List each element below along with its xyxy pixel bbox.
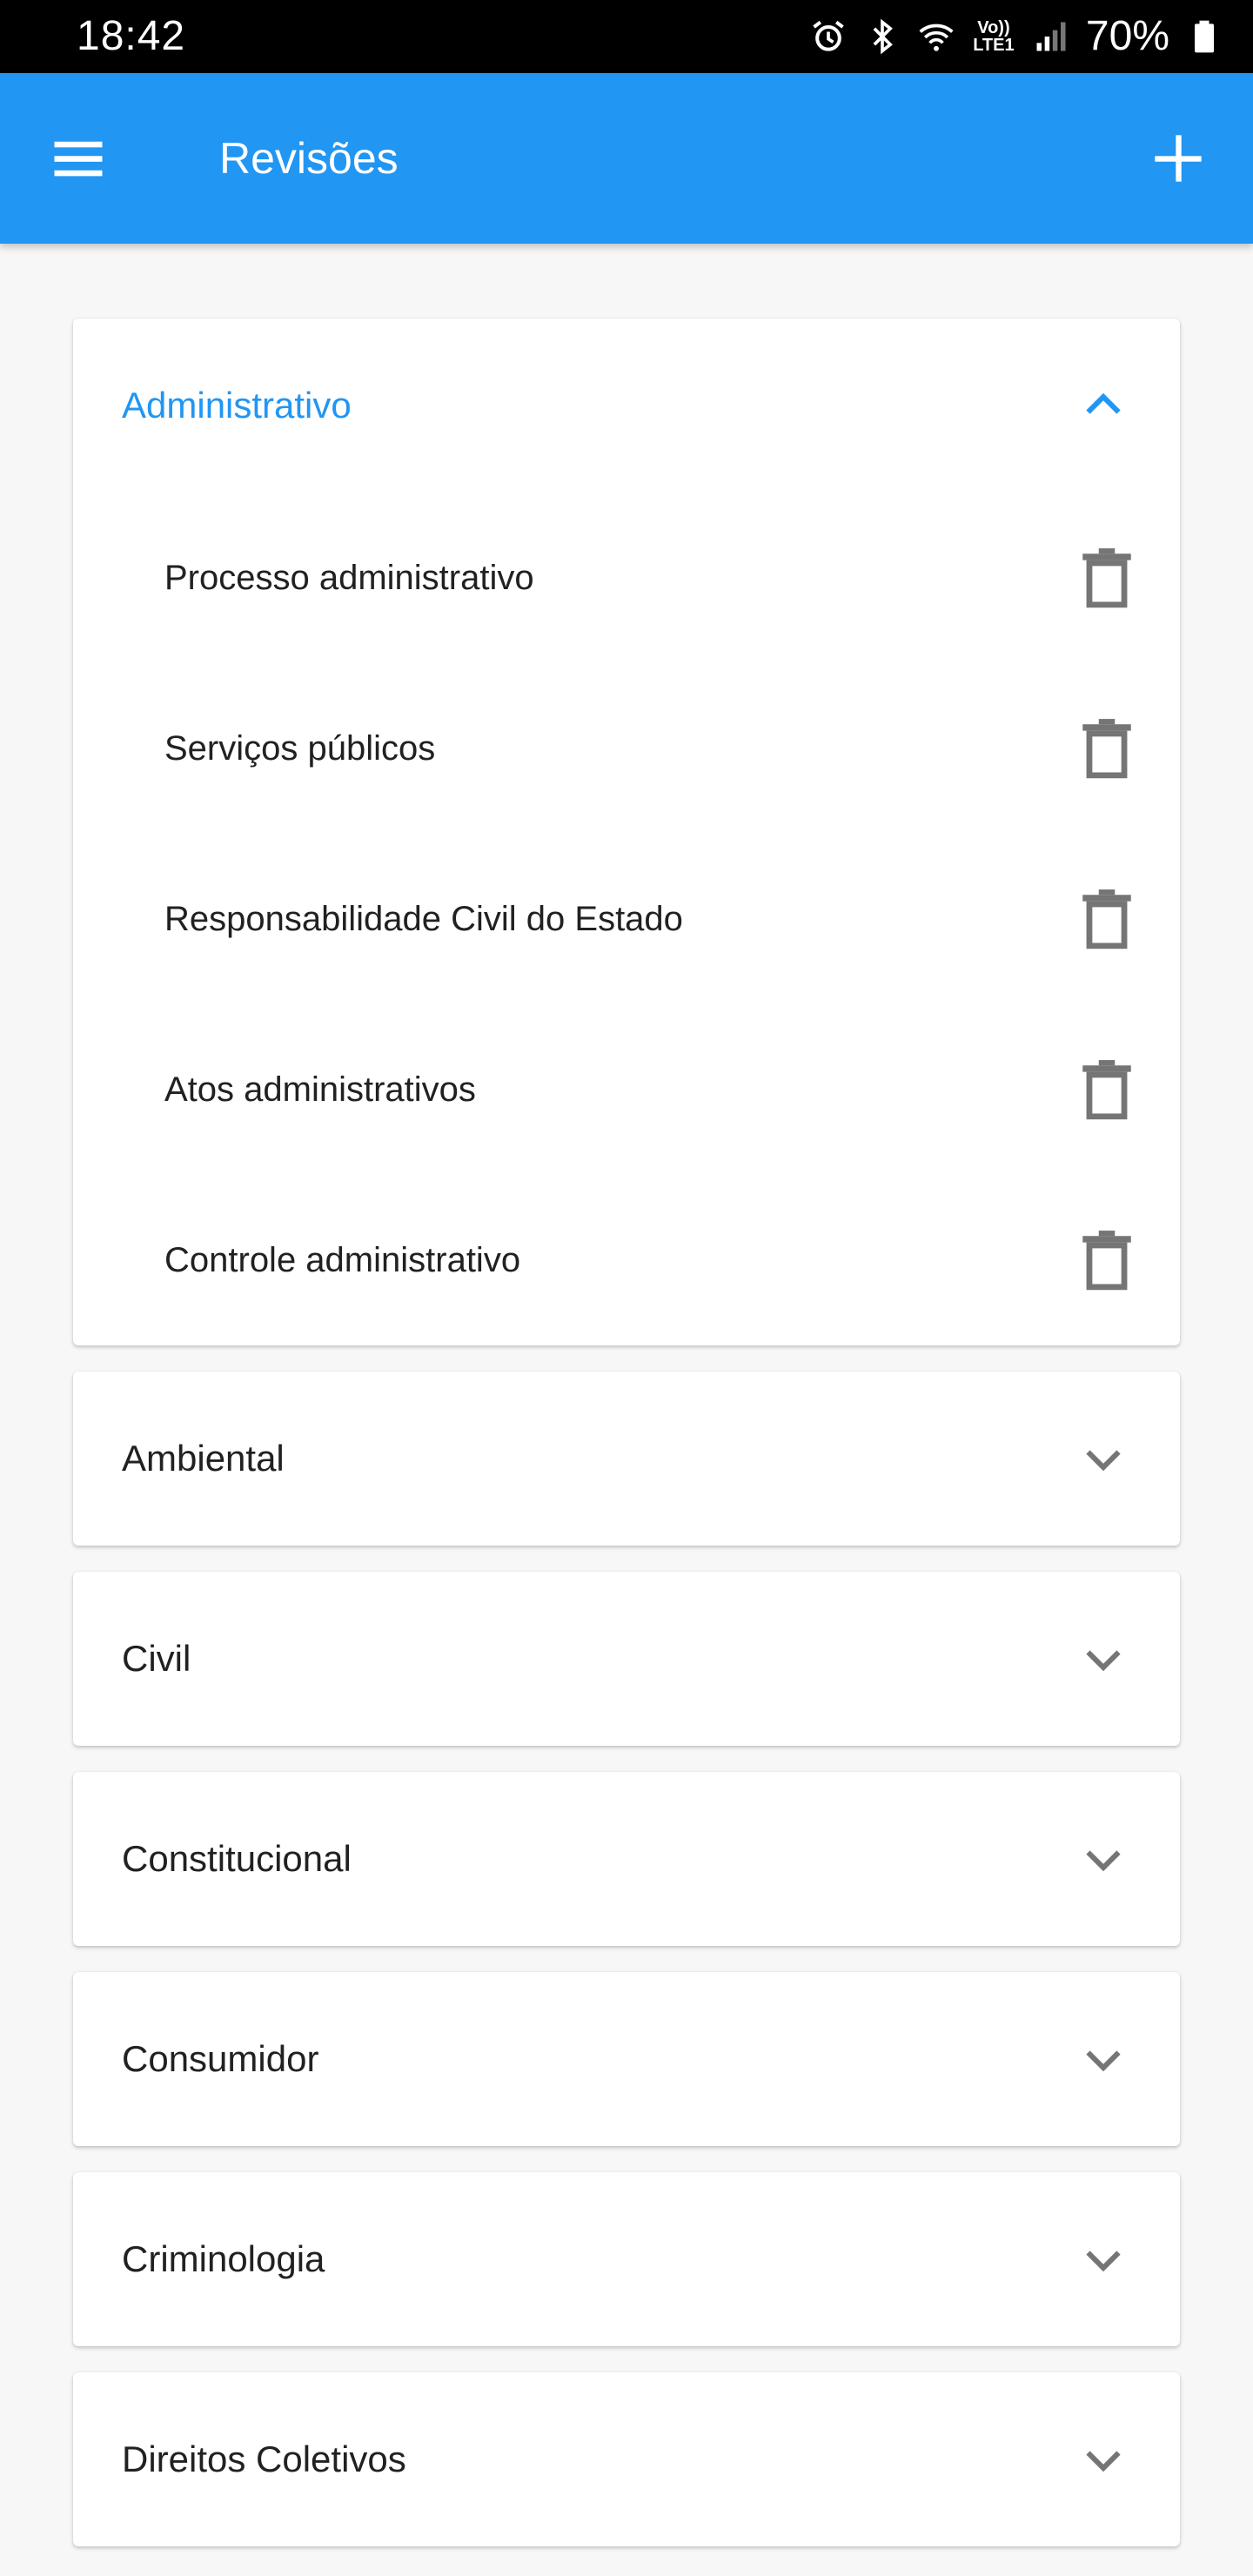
battery-percent: 70% <box>1085 13 1169 59</box>
panel-header[interactable]: Criminologia <box>73 2172 1180 2346</box>
panel-title: Consumidor <box>122 2038 319 2079</box>
plus-icon <box>1155 135 1202 182</box>
panel-title: Criminologia <box>122 2238 325 2279</box>
status-time: 18:42 <box>77 13 186 59</box>
list-item[interactable]: Atos administrativos <box>73 1004 1180 1175</box>
panel-administrativo: Administrativo Processo administrativo S… <box>73 319 1180 1345</box>
status-icons: Vo)) LTE1 70% <box>809 0 1223 73</box>
panel-ambiental: Ambiental <box>73 1372 1180 1546</box>
bluetooth-icon <box>863 17 901 56</box>
chevron-down-icon[interactable] <box>1077 2433 1129 2485</box>
list-item-label: Atos administrativos <box>164 1070 476 1109</box>
chevron-down-icon[interactable] <box>1077 2033 1129 2085</box>
chevron-up-icon[interactable] <box>1077 379 1129 432</box>
delete-button[interactable] <box>1075 884 1138 954</box>
panel-title: Administrativo <box>122 385 352 426</box>
list-item-label: Controle administrativo <box>164 1240 521 1279</box>
status-bar: 18:42 Vo)) LTE1 70% <box>0 0 1253 73</box>
trash-icon <box>1082 548 1131 608</box>
menu-button[interactable] <box>35 115 122 202</box>
list-item[interactable]: Processo administrativo <box>73 493 1180 663</box>
panel-title: Ambiental <box>122 1438 285 1479</box>
list-item-label: Serviços públicos <box>164 728 436 768</box>
panel-header[interactable]: Ambiental <box>73 1372 1180 1546</box>
list-item[interactable]: Serviços públicos <box>73 663 1180 834</box>
panel-constitucional: Constitucional <box>73 1772 1180 1946</box>
panel-title: Constitucional <box>122 1838 352 1879</box>
hamburger-menu-icon <box>54 141 103 177</box>
list-item-label: Responsabilidade Civil do Estado <box>164 899 683 938</box>
panel-consumidor: Consumidor <box>73 1972 1180 2146</box>
panel-header[interactable]: Direitos Coletivos <box>73 2372 1180 2546</box>
delete-button[interactable] <box>1075 714 1138 783</box>
delete-button[interactable] <box>1075 1225 1138 1295</box>
category-list: Administrativo Processo administrativo S… <box>73 319 1180 2573</box>
panel-header[interactable]: Civil <box>73 1572 1180 1746</box>
list-item[interactable]: Controle administrativo <box>73 1175 1180 1345</box>
list-item[interactable]: Responsabilidade Civil do Estado <box>73 834 1180 1004</box>
app-bar: Revisões <box>0 73 1253 244</box>
chevron-down-icon[interactable] <box>1077 1833 1129 1885</box>
delete-button[interactable] <box>1075 1055 1138 1124</box>
signal-icon <box>1032 17 1070 56</box>
add-button[interactable] <box>1135 115 1222 202</box>
volte-indicator: Vo)) LTE1 <box>973 18 1015 55</box>
alarm-icon <box>809 17 848 56</box>
panel-header[interactable]: Constitucional <box>73 1772 1180 1946</box>
trash-icon <box>1082 1231 1131 1291</box>
panel-title: Direitos Coletivos <box>122 2438 406 2479</box>
panel-direitos-coletivos: Direitos Coletivos <box>73 2372 1180 2546</box>
page-title: Revisões <box>219 134 399 183</box>
list-item-label: Processo administrativo <box>164 558 534 597</box>
panel-header[interactable]: Administrativo <box>73 319 1180 493</box>
chevron-down-icon[interactable] <box>1077 2233 1129 2285</box>
chevron-down-icon[interactable] <box>1077 1432 1129 1485</box>
panel-criminologia: Criminologia <box>73 2172 1180 2346</box>
chevron-down-icon[interactable] <box>1077 1633 1129 1685</box>
battery-icon <box>1185 17 1223 56</box>
panel-title: Civil <box>122 1638 191 1679</box>
trash-icon <box>1082 719 1131 779</box>
panel-header[interactable]: Consumidor <box>73 1972 1180 2146</box>
delete-button[interactable] <box>1075 543 1138 613</box>
panel-items: Processo administrativo Serviços público… <box>73 493 1180 1345</box>
trash-icon <box>1082 889 1131 949</box>
wifi-icon <box>917 17 955 56</box>
panel-civil: Civil <box>73 1572 1180 1746</box>
trash-icon <box>1082 1060 1131 1120</box>
